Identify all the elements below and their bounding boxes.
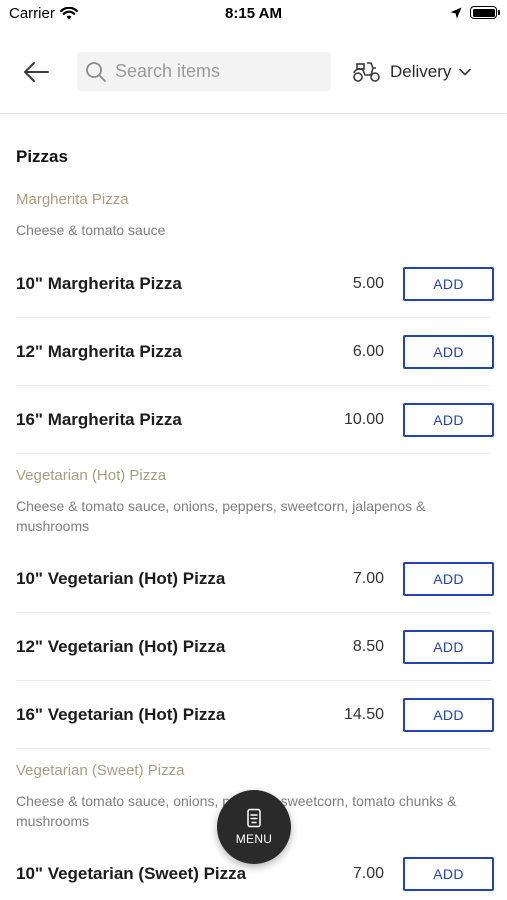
search-icon xyxy=(86,61,106,82)
item-name: 12" Margherita Pizza xyxy=(16,342,182,361)
divider xyxy=(16,453,491,454)
group-description: Cheese & tomato sauce xyxy=(16,222,166,238)
search-box[interactable] xyxy=(77,52,331,91)
scooter-icon xyxy=(353,62,380,82)
item-name: 16" Margherita Pizza xyxy=(16,410,182,429)
menu-item-row[interactable]: 10" Vegetarian (Hot) Pizza 7.00 ADD xyxy=(0,545,507,613)
back-arrow-icon xyxy=(24,62,49,82)
header: Delivery xyxy=(0,28,507,114)
add-button[interactable]: ADD xyxy=(403,335,494,369)
item-name: 10" Margherita Pizza xyxy=(16,274,182,293)
delivery-label: Delivery xyxy=(390,62,452,81)
menu-button[interactable]: MENU xyxy=(217,790,291,864)
add-button[interactable]: ADD xyxy=(403,630,494,664)
add-button[interactable]: ADD xyxy=(403,698,494,732)
group-header-vegetarian-hot: Vegetarian (Hot) Pizza Cheese & tomato s… xyxy=(16,467,486,536)
group-header-margherita: Margherita Pizza Cheese & tomato sauce xyxy=(16,191,486,240)
group-description: Cheese & tomato sauce, onions, peppers, … xyxy=(16,498,426,534)
status-bar: Carrier 8:15 AM xyxy=(0,0,507,28)
add-button[interactable]: ADD xyxy=(403,562,494,596)
item-name: 12" Vegetarian (Hot) Pizza xyxy=(16,637,226,656)
add-button[interactable]: ADD xyxy=(403,403,494,437)
delivery-selector[interactable]: Delivery xyxy=(352,58,472,86)
search-input[interactable] xyxy=(115,61,315,82)
item-price: 14.50 xyxy=(343,706,384,723)
location-arrow-icon xyxy=(450,7,462,18)
item-name: 10" Vegetarian (Sweet) Pizza xyxy=(16,864,247,883)
item-price: 10.00 xyxy=(343,411,384,428)
item-name: 10" Vegetarian (Hot) Pizza xyxy=(16,569,226,588)
item-name: 16" Vegetarian (Hot) Pizza xyxy=(16,705,226,724)
menu-list[interactable]: Pizzas Margherita Pizza Cheese & tomato … xyxy=(0,114,507,900)
menu-item-row[interactable]: 10" Margherita Pizza 5.00 ADD xyxy=(0,250,507,318)
battery-icon xyxy=(470,6,500,19)
add-button[interactable]: ADD xyxy=(403,267,494,301)
status-indicators xyxy=(450,6,500,19)
group-name: Margherita Pizza xyxy=(16,191,129,208)
menu-item-row[interactable]: 12" Vegetarian (Hot) Pizza 8.50 ADD xyxy=(0,613,507,681)
item-price: 7.00 xyxy=(352,865,384,882)
menu-item-row[interactable]: 16" Vegetarian (Hot) Pizza 14.50 ADD xyxy=(0,681,507,749)
status-time: 8:15 AM xyxy=(225,5,282,22)
group-name: Vegetarian (Hot) Pizza xyxy=(16,467,167,484)
item-price: 5.00 xyxy=(352,275,384,292)
back-button[interactable] xyxy=(20,56,52,88)
item-price: 8.50 xyxy=(352,638,384,655)
menu-item-row[interactable]: 12" Margherita Pizza 6.00 ADD xyxy=(0,318,507,386)
section-title: Pizzas xyxy=(16,147,68,166)
menu-item-row[interactable]: 16" Margherita Pizza 10.00 ADD xyxy=(0,386,507,454)
item-price: 7.00 xyxy=(352,570,384,587)
chevron-down-icon xyxy=(459,68,472,76)
add-button[interactable]: ADD xyxy=(403,857,494,891)
menu-button-label: MENU xyxy=(235,832,273,846)
menu-icon xyxy=(247,808,261,828)
item-price: 6.00 xyxy=(352,343,384,360)
group-name: Vegetarian (Sweet) Pizza xyxy=(16,762,185,779)
divider xyxy=(16,748,491,749)
